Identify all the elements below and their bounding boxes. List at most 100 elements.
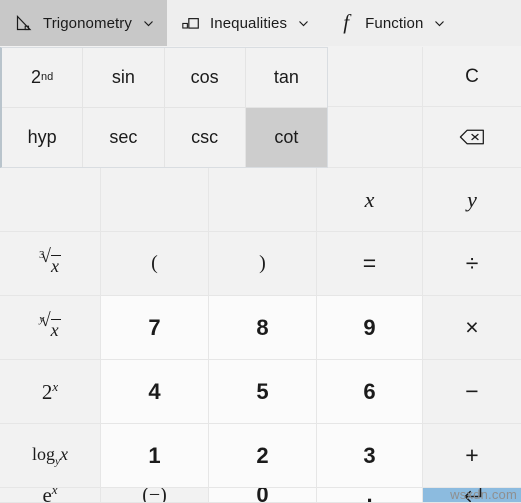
two-squares-icon — [181, 13, 201, 33]
digit-0-button[interactable]: 0 — [209, 488, 317, 503]
log-argument: x — [59, 443, 68, 464]
variable-y-label: y — [467, 186, 477, 212]
menu-item-function[interactable]: f Function — [322, 0, 458, 46]
minus-label: − — [465, 378, 479, 404]
chevron-down-icon[interactable] — [433, 17, 446, 30]
e-power-x-button[interactable]: ex — [0, 488, 101, 503]
power-base: 2 — [41, 379, 53, 404]
power-exponent: x — [52, 378, 59, 394]
open-paren-label: ( — [151, 252, 158, 274]
second-function-button[interactable]: 2nd — [2, 48, 84, 108]
cube-root-radicand: x — [50, 256, 59, 276]
sec-button[interactable]: sec — [83, 107, 165, 167]
clear-label: C — [465, 65, 479, 87]
sin-label: sin — [111, 66, 135, 87]
backspace-button[interactable] — [423, 107, 521, 168]
digit-8-button[interactable]: 8 — [209, 296, 317, 360]
digit-9-button[interactable]: 9 — [317, 296, 423, 360]
menu-bar: Trigonometry Inequalities f Function — [0, 0, 521, 46]
digit-3-button[interactable]: 3 — [317, 424, 423, 488]
exp-exponent: x — [51, 488, 58, 497]
digit-6-label: 6 — [363, 378, 376, 404]
menu-item-function-label: Function — [365, 14, 424, 32]
multiply-label: × — [465, 314, 479, 340]
digit-8-label: 8 — [256, 314, 269, 340]
cos-label: cos — [190, 66, 219, 87]
digit-2-button[interactable]: 2 — [209, 424, 317, 488]
digit-4-button[interactable]: 4 — [101, 360, 209, 424]
log-base-y-glyph: logyx — [32, 444, 68, 468]
key-blank-r2c4: . — [317, 107, 423, 168]
digit-0-label: 0 — [256, 488, 269, 503]
chevron-down-icon[interactable] — [142, 17, 155, 30]
two-power-x-button[interactable]: 2x — [0, 360, 101, 424]
key-blank-r1c4: . — [317, 47, 423, 107]
digit-1-label: 1 — [148, 442, 161, 468]
minus-button[interactable]: − — [423, 360, 521, 424]
menu-item-inequalities[interactable]: Inequalities — [167, 0, 322, 46]
equals-label: = — [362, 250, 377, 276]
chevron-down-icon[interactable] — [297, 17, 310, 30]
digit-5-button[interactable]: 5 — [209, 360, 317, 424]
digit-7-button[interactable]: 7 — [101, 296, 209, 360]
equals-button[interactable]: = — [317, 232, 423, 296]
close-paren-button[interactable]: ) — [209, 232, 317, 296]
decimal-point-label: . — [366, 488, 373, 503]
trigonometry-flyout-panel: 2nd sin cos tan hyp sec csc cot — [0, 47, 328, 168]
tan-button[interactable]: tan — [245, 48, 327, 108]
close-paren-label: ) — [259, 252, 266, 274]
multiply-button[interactable]: × — [423, 296, 521, 360]
negate-button[interactable]: (−) — [101, 488, 209, 503]
digit-3-label: 3 — [363, 442, 376, 468]
cube-root-glyph: 3 √ x — [39, 246, 61, 276]
digit-7-label: 7 — [148, 314, 161, 340]
cube-root-button[interactable]: 3 √ x — [0, 232, 101, 296]
menu-item-trigonometry[interactable]: Trigonometry — [0, 0, 168, 46]
decimal-point-button[interactable]: . — [317, 488, 423, 503]
log-name: log — [32, 443, 56, 464]
tan-label: tan — [273, 66, 299, 87]
csc-label: csc — [191, 126, 219, 147]
digit-9-label: 9 — [363, 314, 376, 340]
digit-5-label: 5 — [256, 378, 269, 404]
italic-f-icon: f — [343, 9, 350, 34]
divide-label: ÷ — [465, 250, 479, 276]
cot-button[interactable]: cot — [245, 107, 327, 167]
variable-x-display[interactable]: x — [317, 168, 423, 232]
digit-2-label: 2 — [256, 442, 269, 468]
hyp-button[interactable]: hyp — [2, 107, 84, 167]
e-power-x-glyph: ex — [42, 488, 58, 503]
plus-label: + — [465, 442, 479, 468]
nth-root-index: y — [39, 313, 45, 325]
variable-x-label: x — [364, 186, 375, 212]
menu-item-inequalities-label: Inequalities — [210, 14, 288, 32]
right-triangle-icon — [14, 13, 34, 33]
log-base-y-button[interactable]: logyx — [0, 424, 101, 488]
divide-button[interactable]: ÷ — [423, 232, 521, 296]
sec-label: sec — [109, 126, 138, 147]
plus-button[interactable]: + — [423, 424, 521, 488]
key-blank-r3c2: . — [101, 168, 209, 232]
nth-root-button[interactable]: y √ x — [0, 296, 101, 360]
open-paren-button[interactable]: ( — [101, 232, 209, 296]
variable-y-button[interactable]: y — [423, 168, 521, 232]
csc-button[interactable]: csc — [164, 107, 246, 167]
sin-button[interactable]: sin — [83, 48, 165, 108]
nth-root-glyph: y √ x — [39, 310, 61, 340]
exp-base: e — [42, 488, 52, 503]
variable-x-button[interactable]: . — [0, 168, 101, 232]
digit-1-button[interactable]: 1 — [101, 424, 209, 488]
negate-label: (−) — [142, 488, 167, 503]
menu-item-trigonometry-label: Trigonometry — [43, 14, 133, 32]
nth-root-radicand: x — [50, 320, 59, 340]
clear-button[interactable]: C — [423, 47, 521, 107]
cos-button[interactable]: cos — [164, 48, 246, 108]
digit-6-button[interactable]: 6 — [317, 360, 423, 424]
key-blank-r3c3: . — [209, 168, 317, 232]
backspace-icon — [459, 129, 484, 145]
two-power-x-glyph: 2x — [42, 379, 58, 405]
calculator-keypad-app: Trigonometry Inequalities f Function C x… — [0, 0, 521, 503]
cot-label: cot — [274, 126, 299, 147]
watermark: wsxdn.com — [450, 487, 517, 502]
digit-4-label: 4 — [148, 378, 161, 404]
